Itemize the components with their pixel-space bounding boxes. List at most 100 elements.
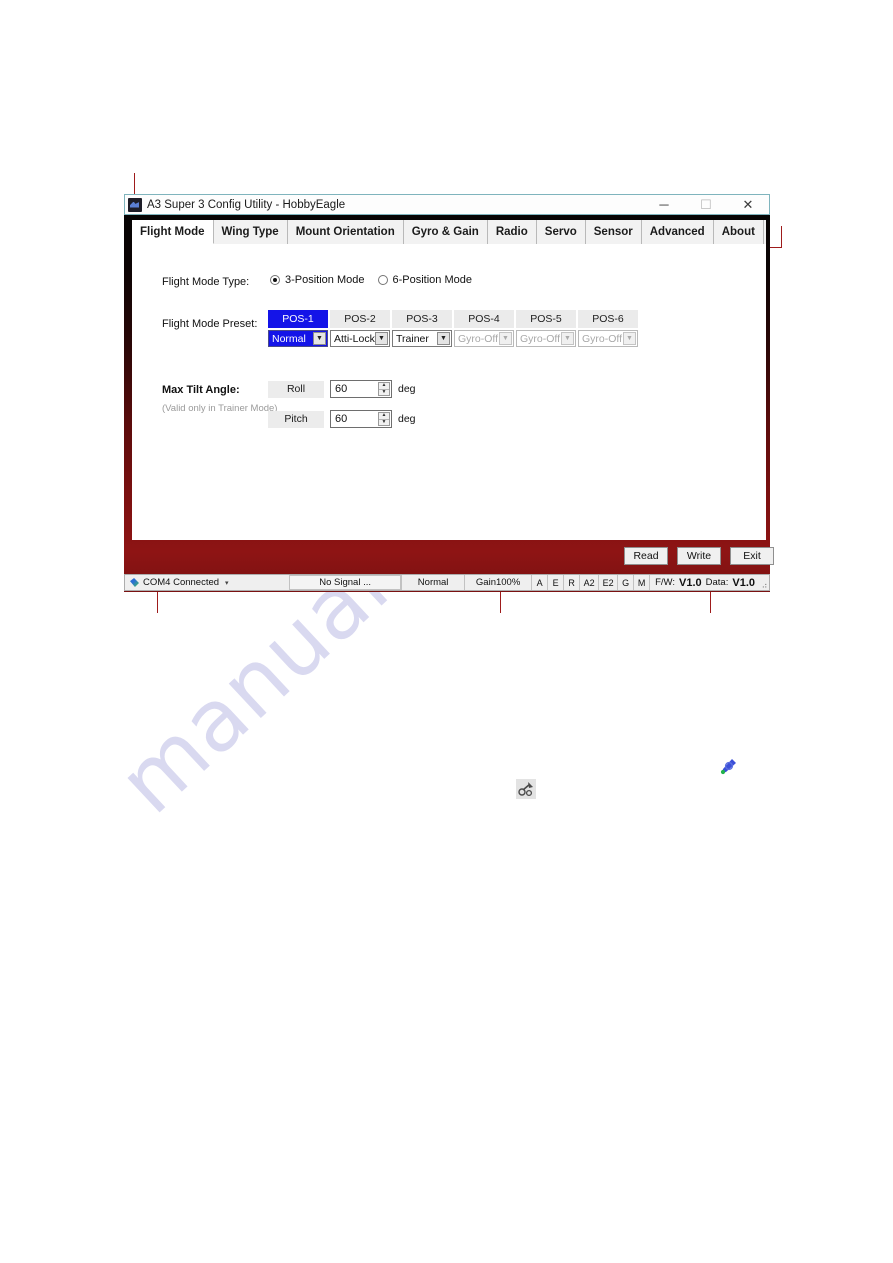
mode-select-pos-3[interactable]: Trainer ▼ [392, 330, 452, 347]
tilt-row-pitch: Pitch 60 ▲ ▼ deg [268, 410, 416, 428]
leader-line-version [710, 590, 711, 613]
stepper-arrows[interactable]: ▲ ▼ [378, 412, 390, 426]
preset-button-pos-5[interactable]: POS-5 [516, 310, 576, 328]
stepper-arrows[interactable]: ▲ ▼ [378, 382, 390, 396]
tilt-axis-label-pitch: Pitch [268, 410, 324, 428]
mode-select-pos-6: Gyro-Off ▼ [578, 330, 638, 347]
app-logo-icon [128, 197, 142, 212]
firmware-version-label: F/W: [655, 577, 675, 588]
chevron-down-icon[interactable]: ▾ [225, 579, 229, 587]
chevron-down-icon[interactable]: ▼ [379, 389, 389, 396]
channel-indicator-e2: E2 [598, 575, 617, 590]
channel-indicator-g: G [617, 575, 633, 590]
chevron-down-icon: ▼ [499, 332, 512, 345]
preset-button-pos-2[interactable]: POS-2 [330, 310, 390, 328]
radio-3-position-label: 3-Position Mode [285, 274, 365, 286]
tab-advanced[interactable]: Advanced [641, 220, 714, 244]
preset-button-pos-6[interactable]: POS-6 [578, 310, 638, 328]
flight-mode-preset-label: Flight Mode Preset: [162, 318, 258, 330]
channel-indicator-a: A [531, 575, 547, 590]
radio-button-icon [377, 275, 388, 285]
preset-button-pos-3[interactable]: POS-3 [392, 310, 452, 328]
preset-button-pos-1[interactable]: POS-1 [268, 310, 328, 328]
tab-sensor[interactable]: Sensor [585, 220, 642, 244]
chevron-down-icon[interactable]: ▼ [375, 332, 388, 345]
chevron-down-icon: ▼ [623, 332, 636, 345]
manualslib-logo-icon [720, 759, 736, 775]
current-mode-status: Normal [401, 575, 464, 590]
channel-indicator-m: M [633, 575, 649, 590]
leader-line-connection [157, 590, 158, 613]
mode-select-pos-5-value: Gyro-Off [520, 332, 561, 345]
preset-button-pos-4[interactable]: POS-4 [454, 310, 514, 328]
channel-indicator-a2: A2 [579, 575, 598, 590]
tab-about[interactable]: About [713, 220, 764, 244]
chevron-down-icon[interactable]: ▼ [437, 332, 450, 345]
connection-plug-icon [129, 577, 140, 588]
roll-unit-label: deg [398, 383, 416, 395]
exit-button[interactable]: Exit [730, 547, 774, 565]
mode-select-pos-4-value: Gyro-Off [458, 332, 499, 345]
pitch-unit-label: deg [398, 413, 416, 425]
gain-status: Gain100% [464, 575, 531, 590]
window-title: A3 Super 3 Config Utility - HobbyEagle [147, 198, 346, 211]
preset-position-row: POS-1 POS-2 POS-3 POS-4 POS-5 POS-6 [268, 310, 638, 328]
action-button-bar: Read Write Exit [624, 547, 774, 565]
mode-select-pos-6-value: Gyro-Off [582, 332, 623, 345]
mode-select-pos-3-value: Trainer [396, 332, 429, 345]
max-tilt-angle-note: (Valid only in Trainer Mode) [162, 403, 278, 414]
mode-select-pos-2-value: Atti-Lock [334, 332, 375, 345]
tab-servo[interactable]: Servo [536, 220, 586, 244]
preset-mode-row: Normal ▼ Atti-Lock ▼ Trainer ▼ Gyro-Off … [268, 330, 638, 347]
leader-line-tabstrip-v [781, 226, 782, 248]
leader-line-titlebar [134, 173, 135, 196]
write-button[interactable]: Write [677, 547, 721, 565]
mode-select-pos-5: Gyro-Off ▼ [516, 330, 576, 347]
radio-button-icon [270, 275, 280, 285]
tilt-axis-label-roll: Roll [268, 380, 324, 398]
mode-select-pos-1[interactable]: Normal ▼ [268, 330, 328, 347]
tab-gyro-and-gain[interactable]: Gyro & Gain [403, 220, 488, 244]
flight-mode-preset-grid: POS-1 POS-2 POS-3 POS-4 POS-5 POS-6 Norm… [268, 310, 638, 347]
pitch-angle-stepper[interactable]: 60 ▲ ▼ [330, 410, 392, 428]
status-bar: COM4 Connected ▾ No Signal ... Normal Ga… [124, 574, 770, 591]
close-button[interactable]: ✕ [727, 195, 769, 215]
status-bar-spacer [233, 575, 290, 590]
channel-indicator-r: R [563, 575, 579, 590]
pitch-angle-value: 60 [335, 413, 348, 425]
data-version-label: Data: [705, 577, 729, 588]
roll-angle-stepper[interactable]: 60 ▲ ▼ [330, 380, 392, 398]
tab-radio[interactable]: Radio [487, 220, 537, 244]
signal-status: No Signal ... [289, 575, 402, 590]
maximize-button[interactable]: ☐ [685, 195, 727, 215]
mode-select-pos-4: Gyro-Off ▼ [454, 330, 514, 347]
tab-strip: Flight Mode Wing Type Mount Orientation … [132, 220, 766, 244]
tab-strip-filler [763, 220, 766, 244]
tab-flight-mode[interactable]: Flight Mode [132, 220, 214, 244]
connection-status-label: COM4 Connected [143, 577, 220, 588]
flight-mode-type-label: Flight Mode Type: [162, 276, 250, 288]
connection-status[interactable]: COM4 Connected ▾ [125, 575, 233, 590]
data-version-value: V1.0 [732, 576, 755, 589]
tab-mount-orientation[interactable]: Mount Orientation [287, 220, 404, 244]
chevron-down-icon[interactable]: ▼ [313, 332, 326, 345]
tab-wing-type[interactable]: Wing Type [213, 220, 288, 244]
flight-mode-panel: Flight Mode Type: 3-Position Mode 6-Posi… [132, 244, 766, 540]
mode-select-pos-2[interactable]: Atti-Lock ▼ [330, 330, 390, 347]
version-status: F/W: V1.0 Data: V1.0 [649, 575, 760, 590]
mode-select-pos-1-value: Normal [272, 332, 306, 345]
chevron-down-icon: ▼ [561, 332, 574, 345]
channel-indicator-e: E [547, 575, 563, 590]
manualslib-logo-icon [516, 779, 536, 799]
read-button[interactable]: Read [624, 547, 668, 565]
chevron-down-icon[interactable]: ▼ [379, 419, 389, 426]
firmware-version-value: V1.0 [679, 576, 702, 589]
tilt-row-roll: Roll 60 ▲ ▼ deg [268, 380, 416, 398]
radio-6-position-mode[interactable]: 6-Position Mode [377, 274, 473, 286]
roll-angle-value: 60 [335, 383, 348, 395]
resize-grip-icon[interactable]: ⠴ [760, 575, 769, 590]
radio-3-position-mode[interactable]: 3-Position Mode [270, 274, 365, 286]
minimize-button[interactable]: ─ [643, 195, 685, 215]
radio-6-position-label: 6-Position Mode [392, 274, 473, 286]
max-tilt-angle-label: Max Tilt Angle: [162, 384, 240, 396]
